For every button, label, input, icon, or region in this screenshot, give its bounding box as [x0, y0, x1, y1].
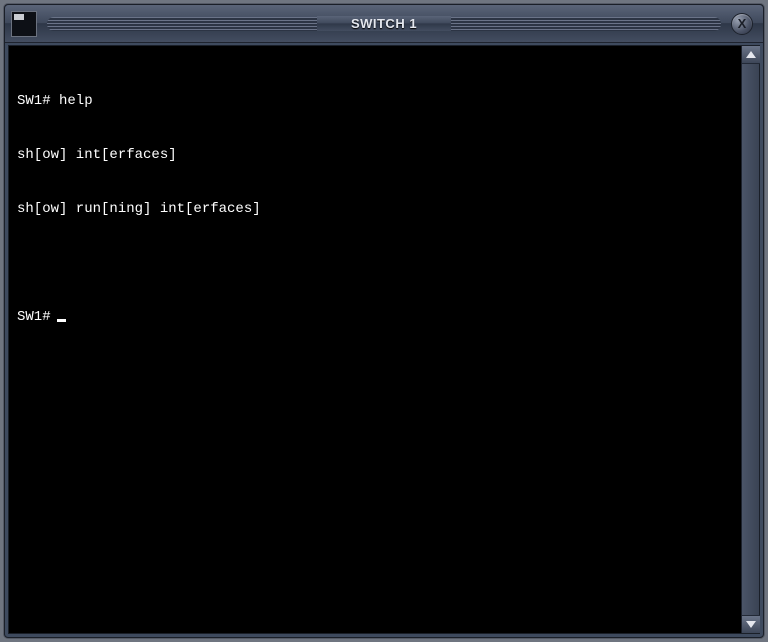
- titlebar-rails: SWITCH 1: [47, 13, 721, 35]
- window-title: SWITCH 1: [317, 16, 451, 31]
- cursor-icon: [57, 319, 66, 322]
- close-button[interactable]: X: [731, 13, 753, 35]
- terminal-prompt: SW1#: [17, 308, 51, 326]
- scroll-down-button[interactable]: [742, 615, 760, 633]
- terminal-line: SW1# help: [17, 92, 733, 110]
- chevron-down-icon: [746, 621, 756, 628]
- close-icon: X: [738, 16, 747, 31]
- terminal-line: sh[ow] run[ning] int[erfaces]: [17, 200, 733, 218]
- titlebar[interactable]: SWITCH 1 X: [5, 5, 763, 43]
- chevron-up-icon: [746, 51, 756, 58]
- scroll-up-button[interactable]: [742, 46, 760, 64]
- terminal-window: SWITCH 1 X SW1# help sh[ow] int[erfaces]…: [4, 4, 764, 638]
- scrollbar-track[interactable]: [742, 64, 759, 615]
- content-area: SW1# help sh[ow] int[erfaces] sh[ow] run…: [8, 45, 760, 634]
- terminal-output[interactable]: SW1# help sh[ow] int[erfaces] sh[ow] run…: [9, 46, 741, 633]
- terminal-line: [17, 254, 733, 272]
- vertical-scrollbar[interactable]: [741, 46, 759, 633]
- terminal-app-icon: [11, 11, 37, 37]
- terminal-line: sh[ow] int[erfaces]: [17, 146, 733, 164]
- terminal-prompt-line: SW1#: [17, 308, 733, 326]
